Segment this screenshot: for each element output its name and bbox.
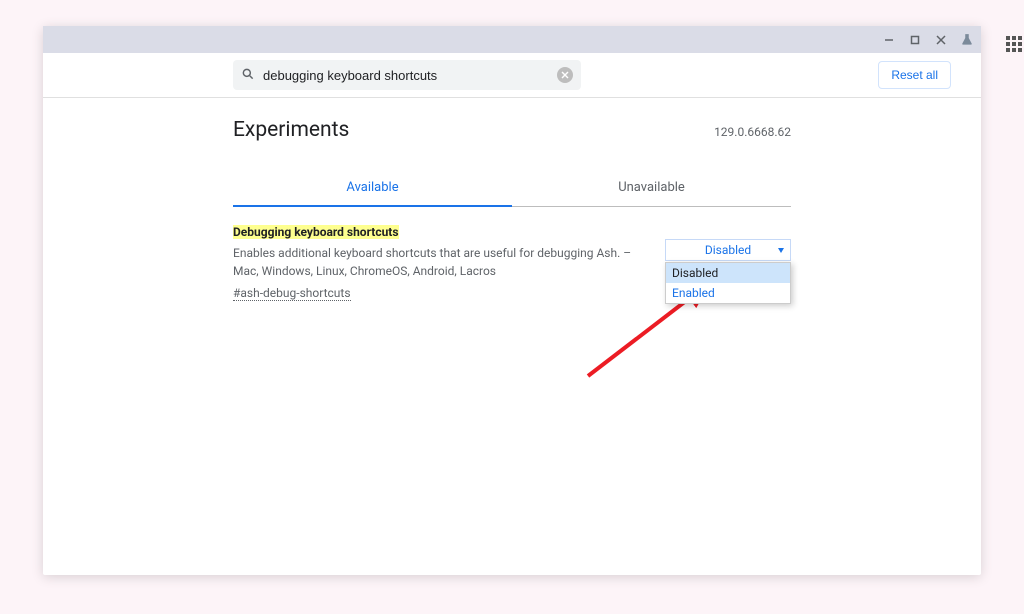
- reset-all-button[interactable]: Reset all: [878, 61, 951, 89]
- version-text: 129.0.6668.62: [714, 125, 791, 139]
- experiment-dropdown: Disabled Enabled: [665, 262, 791, 304]
- experiment-row: Debugging keyboard shortcuts Enables add…: [233, 207, 791, 301]
- toolbar: Reset all: [43, 53, 981, 98]
- search-input[interactable]: [263, 68, 549, 83]
- search-icon: [241, 66, 255, 85]
- minimize-button[interactable]: [881, 32, 897, 48]
- app-window: Reset all Experiments 129.0.6668.62 Avai…: [43, 26, 981, 575]
- select-value: Disabled: [705, 243, 751, 257]
- experiment-description: Enables additional keyboard shortcuts th…: [233, 244, 649, 280]
- tab-unavailable[interactable]: Unavailable: [512, 170, 791, 206]
- tab-available[interactable]: Available: [233, 170, 512, 207]
- page-title: Experiments: [233, 118, 349, 142]
- dropdown-option-disabled[interactable]: Disabled: [666, 263, 790, 283]
- experiment-hash-link[interactable]: #ash-debug-shortcuts: [233, 286, 351, 301]
- search-box[interactable]: [233, 60, 581, 90]
- dropdown-option-enabled[interactable]: Enabled: [666, 283, 790, 303]
- experiment-title: Debugging keyboard shortcuts: [233, 225, 399, 239]
- clear-search-icon[interactable]: [557, 67, 573, 83]
- close-button[interactable]: [933, 32, 949, 48]
- tabs: Available Unavailable: [233, 170, 791, 207]
- maximize-button[interactable]: [907, 32, 923, 48]
- flask-icon[interactable]: [959, 32, 975, 48]
- content-area: Experiments 129.0.6668.62 Available Unav…: [43, 98, 981, 301]
- experiment-select[interactable]: Disabled: [665, 239, 791, 261]
- app-launcher-icon[interactable]: [1006, 36, 1024, 52]
- titlebar: [43, 26, 981, 53]
